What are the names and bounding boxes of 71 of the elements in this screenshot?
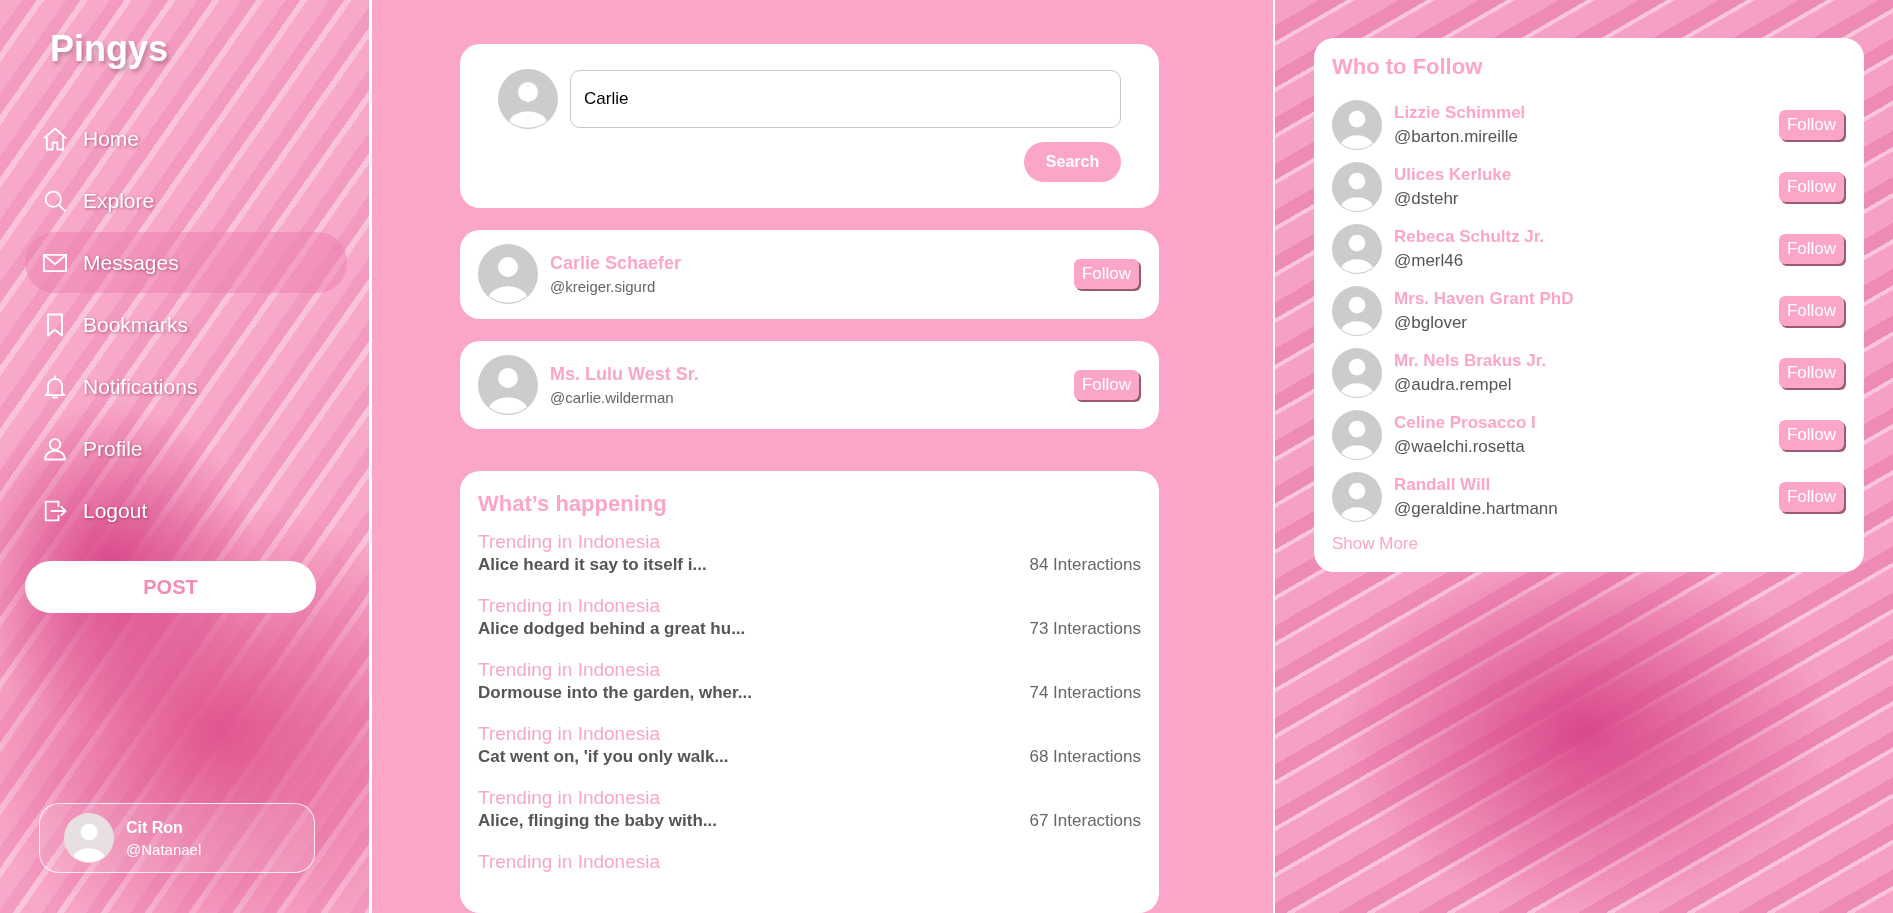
nav-item[interactable]: Messages (25, 232, 347, 293)
trend-snippet[interactable]: Alice dodged behind a great hu... (478, 619, 746, 639)
interaction-count: 73 Interactions (1029, 619, 1141, 639)
trend-snippet[interactable]: Dormouse into the garden, wher... (478, 683, 752, 703)
search-field[interactable]: Carlie (570, 70, 1121, 128)
follow-button[interactable]: Follow (1778, 482, 1844, 512)
user-handle: @carlie.wilderman (550, 388, 675, 406)
nav-item[interactable]: Home (25, 108, 347, 169)
trend-category[interactable]: Trending in Indonesia (478, 595, 1141, 617)
trend-snippet[interactable]: Cat went on, 'if you only walk... (478, 747, 729, 767)
logo-text: Pingys (49, 28, 170, 70)
interaction-count: 68 Interactions (1029, 747, 1141, 767)
user-name[interactable]: Mrs. Haven Grant PhD (1394, 289, 1767, 309)
user-handle: @Natanael (126, 840, 202, 858)
trend-snippet[interactable]: Alice heard it say to itself i... (478, 555, 707, 575)
interaction-count: 84 Interactions (1029, 555, 1141, 575)
follow-button[interactable]: Follow (1778, 420, 1844, 450)
avatar-icon (1332, 410, 1382, 460)
avatar-icon (498, 69, 558, 129)
nav-item[interactable]: Bookmarks (25, 294, 347, 355)
avatar-icon (1332, 286, 1382, 336)
user-handle: @merl46 (1394, 251, 1465, 271)
section-title: Who to Follow (1332, 54, 1484, 80)
search-button[interactable]: Search (1024, 142, 1121, 182)
user-handle: @audra.rempel (1394, 375, 1513, 395)
nav-item[interactable]: Logout (25, 480, 347, 541)
user-handle: @bglover (1394, 313, 1468, 333)
post-button[interactable]: POST (25, 561, 316, 613)
account-card[interactable]: Cit Ron @Natanael (39, 803, 315, 873)
avatar-icon (1332, 162, 1382, 212)
trend-category[interactable]: Trending in Indonesia (478, 723, 1141, 745)
follow-button[interactable]: Follow (1778, 358, 1844, 388)
trend-snippet[interactable]: Alice, flinging the baby with... (478, 811, 717, 831)
user-handle: @barton.mireille (1394, 127, 1520, 147)
follow-button[interactable]: Follow (1073, 259, 1139, 290)
follow-button[interactable]: Follow (1778, 296, 1844, 326)
user-handle: @waelchi.rosetta (1394, 437, 1526, 457)
user-name[interactable]: Mr. Nels Brakus Jr. (1394, 351, 1767, 371)
user-name[interactable]: Rebeca Schultz Jr. (1394, 227, 1767, 247)
user-name: Cit Ron (126, 818, 184, 837)
follow-button[interactable]: Follow (1778, 172, 1844, 202)
user-name[interactable]: Carlie Schaefer (550, 253, 1062, 275)
interaction-count: 74 Interactions (1029, 683, 1141, 703)
user-name[interactable]: Lizzie Schimmel (1394, 103, 1767, 123)
user-handle: @dstehr (1394, 189, 1460, 209)
user-name[interactable]: Ulices Kerluke (1394, 165, 1767, 185)
avatar-icon (1332, 348, 1382, 398)
show-more-link[interactable]: Show More (1332, 534, 1844, 554)
nav-item[interactable]: Notifications (25, 356, 347, 417)
trend-category[interactable]: Trending in Indonesia (478, 787, 1141, 809)
user-handle: @geraldine.hartmann (1394, 499, 1559, 519)
user-handle: @kreiger.sigurd (550, 278, 657, 296)
nav-item[interactable]: Profile (25, 418, 347, 479)
user-name[interactable]: Ms. Lulu West Sr. (550, 363, 1062, 385)
follow-button[interactable]: Follow (1778, 110, 1844, 140)
avatar-icon (478, 244, 538, 305)
avatar-icon (64, 813, 114, 863)
user-name[interactable]: Celine Prosacco I (1394, 413, 1767, 433)
interaction-count: 67 Interactions (1029, 811, 1141, 831)
section-title: What’s happening (478, 491, 668, 517)
follow-button[interactable]: Follow (1073, 369, 1139, 400)
nav-item[interactable]: Explore (25, 170, 347, 231)
avatar-icon (1332, 100, 1382, 150)
trend-category[interactable]: Trending in Indonesia (478, 659, 1141, 681)
follow-button[interactable]: Follow (1778, 234, 1844, 264)
trend-category[interactable]: Trending in Indonesia (478, 851, 1141, 873)
user-name[interactable]: Randall Will (1394, 475, 1767, 495)
trend-category[interactable]: Trending in Indonesia (478, 531, 1141, 553)
avatar-icon (1332, 224, 1382, 274)
avatar-icon (478, 354, 538, 415)
avatar-icon (1332, 472, 1382, 522)
